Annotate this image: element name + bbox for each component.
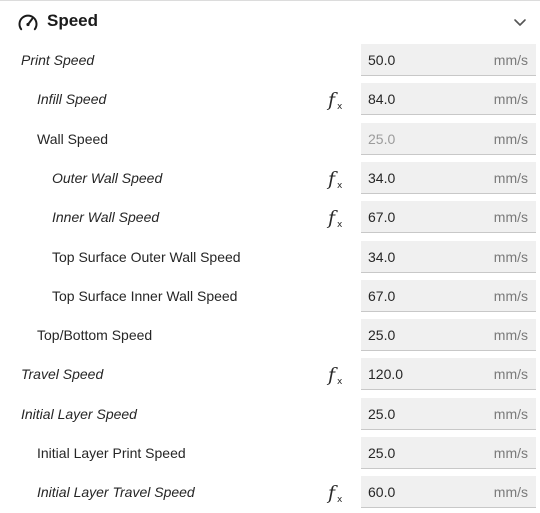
field-unit: mm/s: [493, 445, 528, 461]
setting-label: Top Surface Outer Wall Speed: [52, 248, 241, 265]
setting-row: Infill Speed f x 84.0 mm/s: [0, 80, 540, 119]
setting-label: Print Speed: [21, 52, 95, 68]
setting-label: Wall Speed: [37, 130, 109, 147]
speed-value-field[interactable]: 67.0 mm/s: [361, 201, 536, 234]
field-value: 25.0: [368, 130, 396, 147]
field-unit: mm/s: [493, 327, 528, 344]
formula-fx-icon[interactable]: fx: [326, 482, 346, 504]
field-value: 84.0: [368, 91, 396, 108]
speed-value-field: 25.0 mm/s: [361, 122, 536, 155]
field-value: 67.0: [368, 287, 396, 304]
svg-text:x: x: [337, 181, 343, 190]
setting-row: Top Surface Inner Wall Speed 67.0 mm/s: [0, 277, 540, 316]
field-value: 34.0: [368, 248, 396, 265]
setting-label: Top Surface Inner Wall Speed: [52, 287, 238, 304]
field-value: 60.0: [368, 484, 396, 501]
field-unit: mm/s: [493, 405, 528, 422]
field-unit: mm/s: [493, 484, 528, 501]
setting-row: Initial Layer Speed 25.0 mm/s: [0, 395, 540, 434]
speed-value-field[interactable]: 50.0 mm/s: [361, 44, 536, 76]
field-unit: mm/s: [493, 287, 528, 304]
speed-settings-panel: Speed Print Speed 50.0 mm/s Infill Speed f x 8…: [0, 0, 540, 513]
setting-label: Travel Speed: [21, 366, 104, 383]
svg-text:x: x: [337, 495, 343, 504]
setting-row: Outer Wall Speed f x 34.0 mm/s: [0, 159, 540, 198]
svg-text:x: x: [337, 220, 343, 229]
field-unit: mm/s: [493, 366, 528, 383]
field-value: 25.0: [368, 327, 396, 344]
setting-row: Initial Layer Travel Speed f x 60.0 mm/s: [0, 473, 540, 512]
field-unit: mm/s: [493, 52, 528, 68]
field-unit: mm/s: [493, 209, 528, 226]
setting-label: Initial Layer Print Speed: [37, 445, 186, 461]
field-value: 67.0: [368, 209, 396, 226]
speed-value-field[interactable]: 60.0 mm/s: [361, 476, 536, 509]
field-unit: mm/s: [493, 248, 528, 265]
speed-value-field[interactable]: 25.0 mm/s: [361, 319, 536, 352]
setting-row: Travel Speed f x 120.0 mm/s: [0, 355, 540, 394]
speedometer-icon: [18, 14, 38, 31]
section-header[interactable]: Speed: [0, 4, 540, 40]
setting-row: Wall Speed 25.0 mm/s: [0, 120, 540, 159]
setting-label: Infill Speed: [37, 91, 107, 108]
setting-row: Top/Bottom Speed 25.0 mm/s: [0, 316, 540, 355]
setting-label: Outer Wall Speed: [52, 169, 163, 186]
setting-row: Inner Wall Speed f x 67.0 mm/s: [0, 198, 540, 237]
chevron-down-icon[interactable]: [512, 14, 528, 30]
svg-text:x: x: [337, 377, 343, 386]
setting-label: Inner Wall Speed: [52, 209, 160, 226]
setting-row: Initial Layer Print Speed 25.0 mm/s: [0, 434, 540, 473]
setting-label: Initial Layer Speed: [21, 405, 137, 422]
field-value: 25.0: [368, 445, 396, 461]
setting-label: Initial Layer Travel Speed: [37, 484, 195, 501]
speed-value-field[interactable]: 34.0 mm/s: [361, 161, 536, 194]
setting-row: Top Surface Outer Wall Speed 34.0 mm/s: [0, 238, 540, 277]
formula-fx-icon[interactable]: fx: [326, 207, 346, 229]
setting-row: Print Speed 50.0 mm/s: [0, 41, 540, 80]
field-unit: mm/s: [493, 130, 528, 147]
formula-fx-icon[interactable]: fx: [326, 89, 346, 111]
speed-value-field[interactable]: 34.0 mm/s: [361, 240, 536, 273]
field-value: 25.0: [368, 405, 396, 422]
setting-label: Top/Bottom Speed: [37, 327, 153, 344]
speed-value-field[interactable]: 25.0 mm/s: [361, 397, 536, 430]
field-value: 120.0: [368, 366, 404, 383]
formula-fx-icon[interactable]: fx: [326, 364, 346, 386]
speed-value-field[interactable]: 84.0 mm/s: [361, 83, 536, 116]
field-unit: mm/s: [493, 169, 528, 186]
formula-fx-icon[interactable]: fx: [326, 168, 346, 190]
section-title: Speed: [47, 11, 99, 30]
svg-text:x: x: [337, 102, 343, 111]
speed-value-field[interactable]: 67.0 mm/s: [361, 279, 536, 312]
field-value: 34.0: [368, 169, 396, 186]
field-value: 50.0: [368, 52, 396, 68]
field-unit: mm/s: [493, 91, 528, 108]
speed-value-field[interactable]: 120.0 mm/s: [361, 358, 536, 391]
speed-value-field[interactable]: 25.0 mm/s: [361, 437, 536, 469]
